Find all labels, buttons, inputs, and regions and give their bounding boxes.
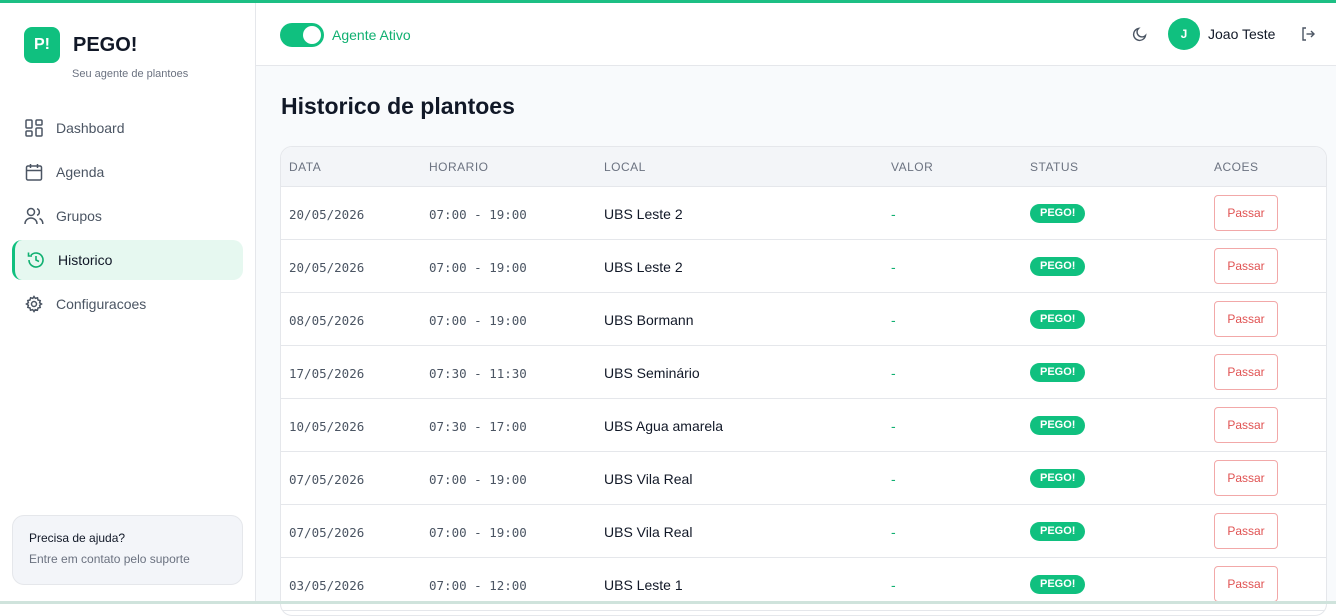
toggle-knob [303,26,321,44]
help-title: Precisa de ajuda? [29,531,126,545]
col-header-horario: HORARIO [429,160,489,174]
cell-data: 20/05/2026 [289,207,365,222]
user-name: Joao Teste [1208,26,1276,42]
cell-valor: - [891,312,896,328]
table-row: 20/05/2026 07:00 - 19:00 UBS Leste 2 - P… [281,240,1326,293]
passar-button[interactable]: Passar [1214,301,1278,337]
cell-valor: - [891,471,896,487]
top-header: Agente Ativo J Joao Teste [256,3,1336,66]
col-header-local: LOCAL [604,160,646,174]
users-icon [24,206,44,226]
cell-local: UBS Leste 2 [604,206,683,222]
status-badge: PEGO! [1030,469,1086,488]
cell-horario: 07:00 - 19:00 [429,260,527,275]
cell-valor: - [891,524,896,540]
calendar-icon [24,162,44,182]
cell-valor: - [891,418,896,434]
cell-valor: - [891,365,896,381]
cell-data: 03/05/2026 [289,578,365,593]
sidebar-item-label: Historico [58,252,113,268]
col-header-data: DATA [289,160,322,174]
cell-local: UBS Vila Real [604,524,693,540]
history-table: DATA HORARIO LOCAL VALOR STATUS ACOES 20… [280,146,1327,616]
cell-horario: 07:00 - 19:00 [429,472,527,487]
cell-valor: - [891,259,896,275]
cell-horario: 07:00 - 19:00 [429,525,527,540]
status-badge: PEGO! [1030,416,1086,435]
sidebar-item-historico[interactable]: Historico [12,240,243,280]
status-badge: PEGO! [1030,363,1086,382]
logout-icon[interactable] [1298,24,1318,44]
dashboard-icon [24,118,44,138]
cell-local: UBS Seminário [604,365,700,381]
avatar[interactable]: J [1168,18,1200,50]
cell-local: UBS Leste 1 [604,577,683,593]
status-badge: PEGO! [1030,257,1086,276]
table-row: 07/05/2026 07:00 - 19:00 UBS Vila Real -… [281,452,1326,505]
sidebar: P! PEGO! Seu agente de plantoes Dashboar… [0,3,256,601]
status-badge: PEGO! [1030,575,1086,594]
cell-local: UBS Agua amarela [604,418,724,434]
cell-valor: - [891,206,896,222]
sidebar-item-label: Agenda [56,164,105,180]
cell-horario: 07:30 - 11:30 [429,366,527,381]
brand: P! PEGO! [24,27,137,63]
sidebar-item-dashboard[interactable]: Dashboard [12,108,243,148]
table-row: 17/05/2026 07:30 - 11:30 UBS Seminário -… [281,346,1326,399]
status-badge: PEGO! [1030,522,1086,541]
agent-toggle[interactable]: Agente Ativo [280,23,411,47]
sidebar-item-configuracoes[interactable]: Configuracoes [12,284,243,324]
cell-data: 10/05/2026 [289,419,365,434]
agent-toggle-label: Agente Ativo [332,27,411,43]
cell-horario: 07:00 - 19:00 [429,313,527,328]
toggle-switch[interactable] [280,23,324,47]
sidebar-item-label: Dashboard [56,120,125,136]
app: P! PEGO! Seu agente de plantoes Dashboar… [0,3,1336,616]
col-header-acoes: ACOES [1214,160,1259,174]
gear-icon [24,294,44,314]
col-header-valor: VALOR [891,160,934,174]
passar-button[interactable]: Passar [1214,460,1278,496]
table-row: 08/05/2026 07:00 - 19:00 UBS Bormann - P… [281,293,1326,346]
history-icon [26,250,46,270]
brand-tagline: Seu agente de plantoes [72,68,189,80]
brand-name: PEGO! [73,33,138,56]
main-content: Agente Ativo J Joao Teste Historico de p… [256,3,1336,616]
cell-data: 20/05/2026 [289,260,365,275]
table-row: 20/05/2026 07:00 - 19:00 UBS Leste 2 - P… [281,187,1326,240]
table-header: DATA HORARIO LOCAL VALOR STATUS ACOES [281,147,1326,187]
passar-button[interactable]: Passar [1214,354,1278,390]
cell-local: UBS Vila Real [604,471,693,487]
table-row: 07/05/2026 07:00 - 19:00 UBS Vila Real -… [281,505,1326,558]
sidebar-item-label: Grupos [56,208,102,224]
cell-valor: - [891,577,896,593]
cell-data: 07/05/2026 [289,525,365,540]
cell-data: 07/05/2026 [289,472,365,487]
cell-local: UBS Bormann [604,312,694,328]
sidebar-item-agenda[interactable]: Agenda [12,152,243,192]
cell-horario: 07:00 - 19:00 [429,207,527,222]
logo: P! [24,27,60,63]
passar-button[interactable]: Passar [1214,566,1278,602]
table-row: 10/05/2026 07:30 - 17:00 UBS Agua amarel… [281,399,1326,452]
cell-data: 08/05/2026 [289,313,365,328]
sidebar-nav: Dashboard Agenda Grupos Historico Config… [12,108,243,328]
status-badge: PEGO! [1030,310,1086,329]
help-subtitle: Entre em contato pelo suporte [29,552,190,566]
page-title: Historico de plantoes [281,93,515,119]
cell-local: UBS Leste 2 [604,259,683,275]
passar-button[interactable]: Passar [1214,513,1278,549]
cell-data: 17/05/2026 [289,366,365,381]
passar-button[interactable]: Passar [1214,195,1278,231]
col-header-status: STATUS [1030,160,1079,174]
help-card[interactable]: Precisa de ajuda? Entre em contato pelo … [12,515,243,585]
cell-horario: 07:30 - 17:00 [429,419,527,434]
passar-button[interactable]: Passar [1214,407,1278,443]
moon-icon[interactable] [1130,24,1150,44]
status-badge: PEGO! [1030,204,1086,223]
sidebar-item-label: Configuracoes [56,296,147,312]
cell-horario: 07:00 - 12:00 [429,578,527,593]
passar-button[interactable]: Passar [1214,248,1278,284]
sidebar-item-grupos[interactable]: Grupos [12,196,243,236]
